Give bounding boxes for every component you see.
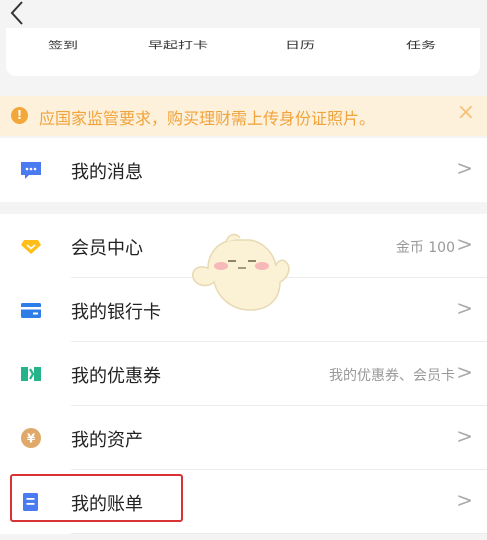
notice-banner: ! 应国家监管要求，购买理财需上传身份证照片。 × — [0, 96, 487, 136]
svg-text:¥: ¥ — [27, 432, 36, 446]
quick-action-calendar[interactable]: 日历 — [285, 38, 315, 52]
quick-actions-card: 签到 早起打卡 日历 任务 — [6, 28, 480, 76]
coupon-icon — [20, 364, 42, 384]
menu-item-label: 我的消息 — [71, 162, 143, 183]
menu-item-messages[interactable]: 我的消息 > — [0, 138, 487, 202]
chevron-right-icon: > — [456, 296, 473, 320]
bank-card-icon — [20, 300, 42, 320]
menu-group-messages: 我的消息 > — [0, 138, 487, 202]
exclamation-circle-icon: ! — [11, 107, 28, 124]
chevron-right-icon: > — [456, 156, 473, 180]
mascot-watermark — [188, 228, 294, 318]
chevron-right-icon: > — [456, 232, 473, 256]
divider — [71, 533, 487, 534]
chevron-right-icon: > — [456, 488, 473, 512]
notice-text: 应国家监管要求，购买理财需上传身份证照片。 — [39, 109, 376, 128]
menu-item-label: 我的银行卡 — [71, 302, 161, 323]
message-icon — [20, 160, 42, 180]
menu-item-label: 我的资产 — [71, 430, 143, 451]
menu-item-assets[interactable]: ¥ 我的资产 > — [0, 406, 487, 470]
coupon-summary: 我的优惠券、会员卡 — [329, 368, 455, 384]
highlight-box — [10, 474, 183, 522]
menu-item-label: 我的优惠券 — [71, 366, 161, 387]
menu-item-label: 会员中心 — [71, 238, 143, 259]
chevron-left-icon — [10, 1, 23, 25]
quick-action-tasks[interactable]: 任务 — [406, 38, 436, 52]
back-button[interactable] — [8, 0, 32, 26]
yen-coin-icon: ¥ — [20, 428, 42, 448]
quick-action-checkin[interactable]: 签到 — [48, 38, 78, 52]
close-icon[interactable]: × — [457, 102, 475, 124]
coin-balance: 金币 100 — [395, 240, 455, 256]
menu-item-coupons[interactable]: 我的优惠券 我的优惠券、会员卡 > — [0, 342, 487, 406]
chevron-right-icon: > — [456, 424, 473, 448]
diamond-icon — [20, 236, 42, 256]
chevron-right-icon: > — [456, 360, 473, 384]
quick-action-early-rise[interactable]: 早起打卡 — [148, 38, 208, 52]
